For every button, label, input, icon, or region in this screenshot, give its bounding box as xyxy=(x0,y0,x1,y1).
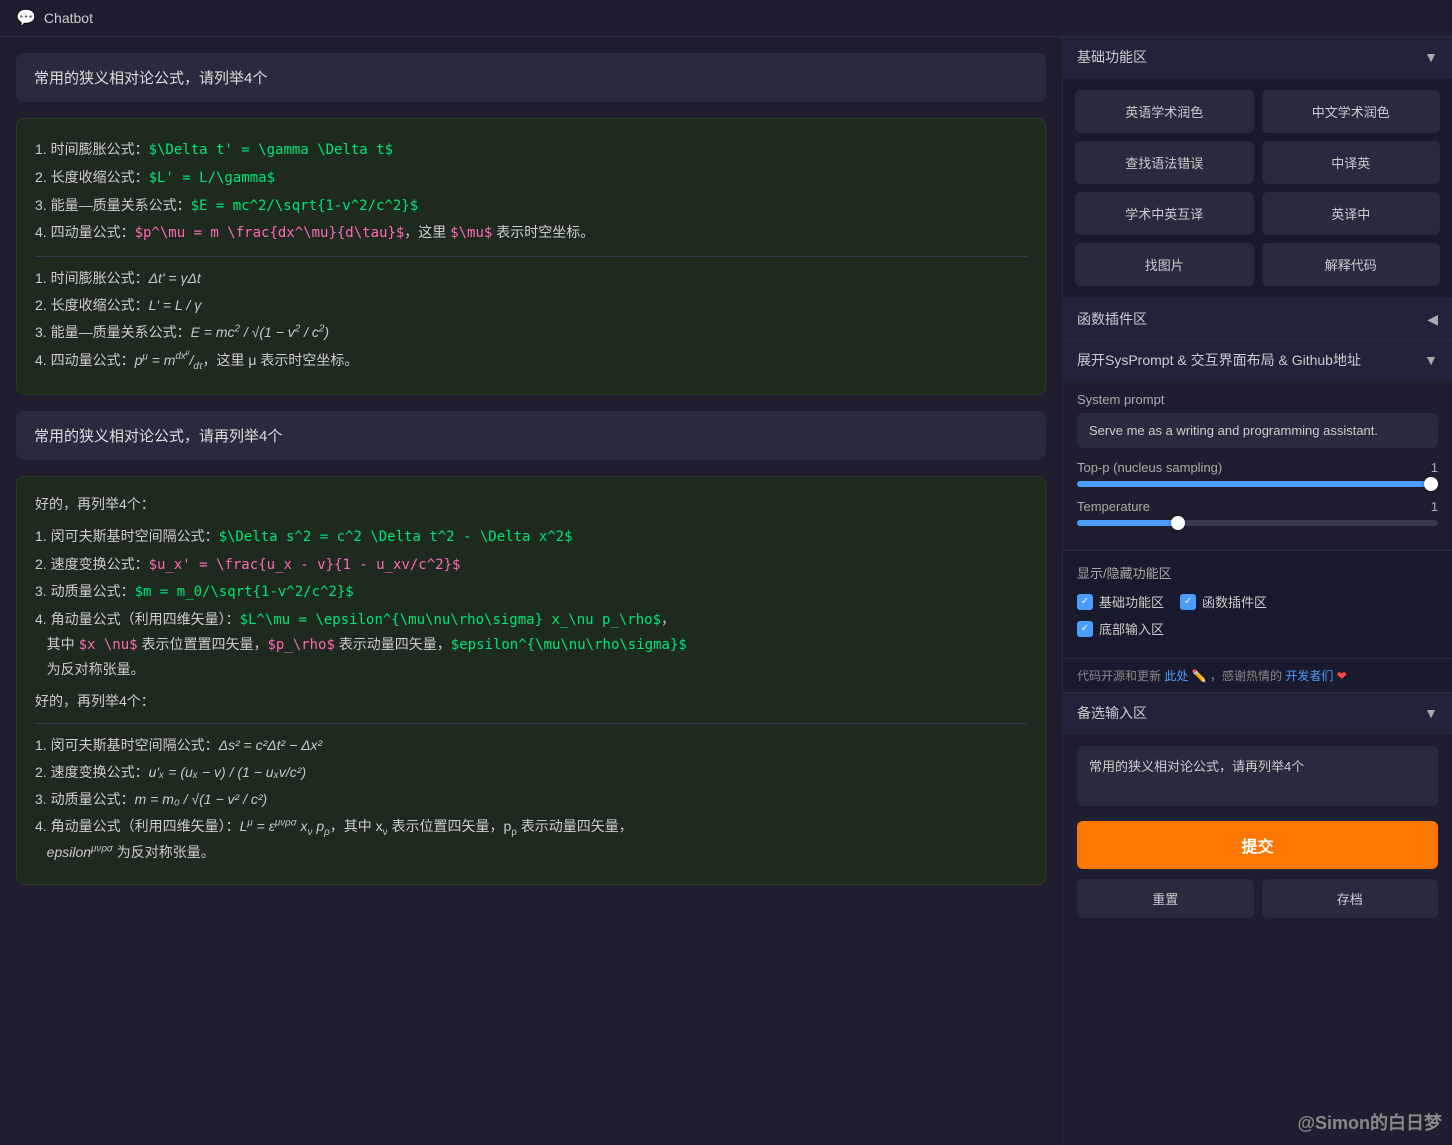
chevron-down-icon-backup[interactable]: ▼ xyxy=(1424,705,1438,721)
app-title: Chatbot xyxy=(44,10,93,26)
bottom-buttons: 重置 存档 xyxy=(1063,879,1452,930)
rendered-item: 2. 长度收缩公式：L' = L / γ xyxy=(35,294,1027,318)
btn-en-to-cn[interactable]: 英译中 xyxy=(1262,192,1441,235)
formula-item: 2. 速度变换公式：$u_x' = \frac{u_x - v}{1 - u_x… xyxy=(35,553,1027,578)
checkbox-basic[interactable]: ✓ 基础功能区 xyxy=(1077,592,1164,611)
top-p-value: 1 xyxy=(1431,460,1438,475)
intro-text: 好的，再列举4个： xyxy=(35,493,1027,517)
checkbox-bottom[interactable]: ✓ 底部输入区 xyxy=(1077,619,1164,638)
formula-item: 1. 闵可夫斯基时空间隔公式：$\Delta s^2 = c^2 \Delta … xyxy=(35,525,1027,550)
sysprompt-header: 展开SysPrompt & 交互界面布局 & Github地址 ▼ xyxy=(1063,340,1452,380)
submit-button[interactable]: 提交 xyxy=(1077,821,1438,869)
top-p-label: Top-p (nucleus sampling) xyxy=(1077,460,1222,475)
main-layout: 常用的狭义相对论公式，请列举4个 1. 时间膨胀公式：$\Delta t' = … xyxy=(0,37,1452,1145)
system-prompt-label: System prompt xyxy=(1077,392,1438,407)
math-latex: $x \nu$ xyxy=(79,637,138,653)
system-prompt-value: Serve me as a writing and programming as… xyxy=(1077,413,1438,448)
checkbox-plugin[interactable]: ✓ 函数插件区 xyxy=(1180,592,1267,611)
rendered-item: 3. 动质量公式：m = m₀ / √(1 − v² / c²) xyxy=(35,788,1027,812)
credit-text: 代码开源和更新 xyxy=(1077,669,1161,683)
rendered-item: 1. 时间膨胀公式：Δt' = γΔt xyxy=(35,267,1027,291)
btn-grammar-check[interactable]: 查找语法错误 xyxy=(1075,141,1254,184)
math-latex: $\Delta s^2 = c^2 \Delta t^2 - \Delta x^… xyxy=(219,529,573,545)
math-latex: $epsilon^{\mu\nu\rho\sigma}$ xyxy=(451,637,687,653)
math-latex: $\Delta t' = \gamma \Delta t$ xyxy=(149,142,393,158)
formula-item: 4. 四动量公式：$p^\mu = m \frac{dx^\mu}{d\tau}… xyxy=(35,221,1027,246)
basic-functions-grid: 英语学术润色 中文学术润色 查找语法错误 中译英 学术中英互译 英译中 找图片 … xyxy=(1063,78,1452,299)
top-bar: 💬 Chatbot xyxy=(0,0,1452,37)
formula-item: 2. 长度收缩公式：$L' = L/\gamma$ xyxy=(35,166,1027,191)
rendered-item: 1. 闵可夫斯基时空间隔公式：Δs² = c²Δt² − Δx² xyxy=(35,734,1027,758)
math-latex: $L' = L/\gamma$ xyxy=(149,170,275,186)
basic-functions-label: 基础功能区 xyxy=(1077,47,1147,67)
sysprompt-content: System prompt Serve me as a writing and … xyxy=(1063,380,1452,550)
sysprompt-section: 展开SysPrompt & 交互界面布局 & Github地址 ▼ System… xyxy=(1063,340,1452,551)
chevron-down-icon[interactable]: ▼ xyxy=(1424,49,1438,65)
checkbox-basic-box[interactable]: ✓ xyxy=(1077,594,1093,610)
backup-label: 备选输入区 xyxy=(1077,703,1147,723)
pen-icon: ✏️ xyxy=(1192,669,1207,683)
formula-item: 3. 动质量公式：$m = m_0/\sqrt{1-v^2/c^2}$ xyxy=(35,580,1027,605)
visibility-label: 显示/隐藏功能区 xyxy=(1077,563,1438,582)
assistant-message-1: 1. 时间膨胀公式：$\Delta t' = \gamma \Delta t$ … xyxy=(16,118,1046,395)
rendered-item: 2. 速度变换公式：u'ₓ = (uₓ − v) / (1 − uₓv/c²) xyxy=(35,761,1027,785)
checkbox-row-1: ✓ 基础功能区 ✓ 函数插件区 xyxy=(1077,592,1438,611)
btn-english-polish[interactable]: 英语学术润色 xyxy=(1075,90,1254,133)
math-latex: $u_x' = \frac{u_x - v}{1 - u_xv/c^2}$ xyxy=(149,557,461,573)
sysprompt-label: 展开SysPrompt & 交互界面布局 & Github地址 xyxy=(1077,350,1361,370)
credit-link[interactable]: 此处 xyxy=(1164,669,1188,683)
btn-academic-translate[interactable]: 学术中英互译 xyxy=(1075,192,1254,235)
save-button[interactable]: 存档 xyxy=(1262,879,1439,918)
assistant-message-2: 好的，再列举4个： 1. 闵可夫斯基时空间隔公式：$\Delta s^2 = c… xyxy=(16,476,1046,885)
basic-functions-header: 基础功能区 ▼ xyxy=(1063,37,1452,78)
checkbox-row-2: ✓ 底部输入区 xyxy=(1077,619,1438,638)
math-latex: $p_\rho$ xyxy=(267,637,334,653)
user-message-1: 常用的狭义相对论公式，请列举4个 xyxy=(16,53,1046,102)
math-latex: $L^\mu = \epsilon^{\mu\nu\rho\sigma} x_\… xyxy=(240,612,661,628)
chevron-down-icon[interactable]: ▼ xyxy=(1424,352,1438,368)
top-p-slider[interactable] xyxy=(1077,481,1438,487)
formula-item: 1. 时间膨胀公式：$\Delta t' = \gamma \Delta t$ xyxy=(35,138,1027,163)
checkbox-plugin-label: 函数插件区 xyxy=(1202,592,1267,611)
heart-icon: ❤ xyxy=(1337,669,1347,683)
top-p-row: Top-p (nucleus sampling) 1 xyxy=(1077,460,1438,487)
temperature-slider[interactable] xyxy=(1077,520,1438,526)
formula-item: 3. 能量—质量关系公式：$E = mc^2/\sqrt{1-v^2/c^2}$ xyxy=(35,194,1027,219)
intro2-text: 好的，再列举4个： xyxy=(35,690,1027,714)
credit-line: 代码开源和更新 此处 ✏️ ，感谢热情的 开发者们 ❤ xyxy=(1063,659,1452,693)
rendered-item: 4. 四动量公式：pμ = mdxμ/dτ，这里 μ 表示时空坐标。 xyxy=(35,348,1027,375)
math-latex: $E = mc^2/\sqrt{1-v^2/c^2}$ xyxy=(191,198,419,214)
credit-devs-link[interactable]: 开发者们 xyxy=(1285,669,1333,683)
formula-item: 4. 角动量公式（利用四维矢量）：$L^\mu = \epsilon^{\mu\… xyxy=(35,608,1027,681)
chevron-left-icon[interactable]: ◀ xyxy=(1427,311,1438,328)
checkbox-plugin-box[interactable]: ✓ xyxy=(1180,594,1196,610)
right-panel: 基础功能区 ▼ 英语学术润色 中文学术润色 查找语法错误 中译英 学术中英互译 … xyxy=(1062,37,1452,1145)
btn-explain-code[interactable]: 解释代码 xyxy=(1262,243,1441,286)
reset-button[interactable]: 重置 xyxy=(1077,879,1254,918)
math-latex: $\mu$ xyxy=(450,225,492,241)
chat-panel: 常用的狭义相对论公式，请列举4个 1. 时间膨胀公式：$\Delta t' = … xyxy=(0,37,1062,1145)
temperature-label: Temperature xyxy=(1077,499,1150,514)
rendered-item: 3. 能量—质量关系公式：E = mc2 / √(1 − v2 / c2) xyxy=(35,321,1027,345)
user-message-2: 常用的狭义相对论公式，请再列举4个 xyxy=(16,411,1046,460)
backup-header: 备选输入区 ▼ xyxy=(1063,693,1452,734)
temperature-row: Temperature 1 xyxy=(1077,499,1438,526)
chatbot-icon: 💬 xyxy=(16,8,36,28)
math-latex: $p^\mu = m \frac{dx^\mu}{d\tau}$ xyxy=(135,225,405,241)
backup-section: 备选输入区 ▼ 常用的狭义相对论公式，请再列举4个 提交 重置 存档 xyxy=(1063,693,1452,1145)
checkbox-bottom-label: 底部输入区 xyxy=(1099,619,1164,638)
checkbox-basic-label: 基础功能区 xyxy=(1099,592,1164,611)
btn-chinese-polish[interactable]: 中文学术润色 xyxy=(1262,90,1441,133)
credit-thanks: ，感谢热情的 xyxy=(1210,669,1282,683)
math-latex: $m = m_0/\sqrt{1-v^2/c^2}$ xyxy=(135,584,354,600)
checkbox-bottom-box[interactable]: ✓ xyxy=(1077,621,1093,637)
btn-find-image[interactable]: 找图片 xyxy=(1075,243,1254,286)
backup-input[interactable]: 常用的狭义相对论公式，请再列举4个 xyxy=(1077,746,1438,806)
plugin-section: 函数插件区 ◀ xyxy=(1063,299,1452,340)
temperature-value: 1 xyxy=(1431,499,1438,514)
btn-cn-to-en[interactable]: 中译英 xyxy=(1262,141,1441,184)
plugin-label: 函数插件区 xyxy=(1077,309,1147,329)
visibility-section: 显示/隐藏功能区 ✓ 基础功能区 ✓ 函数插件区 ✓ 底部输入区 xyxy=(1063,551,1452,659)
rendered-item: 4. 角动量公式（利用四维矢量）：Lμ = εμνρσ xν pρ，其中 xν … xyxy=(35,815,1027,865)
